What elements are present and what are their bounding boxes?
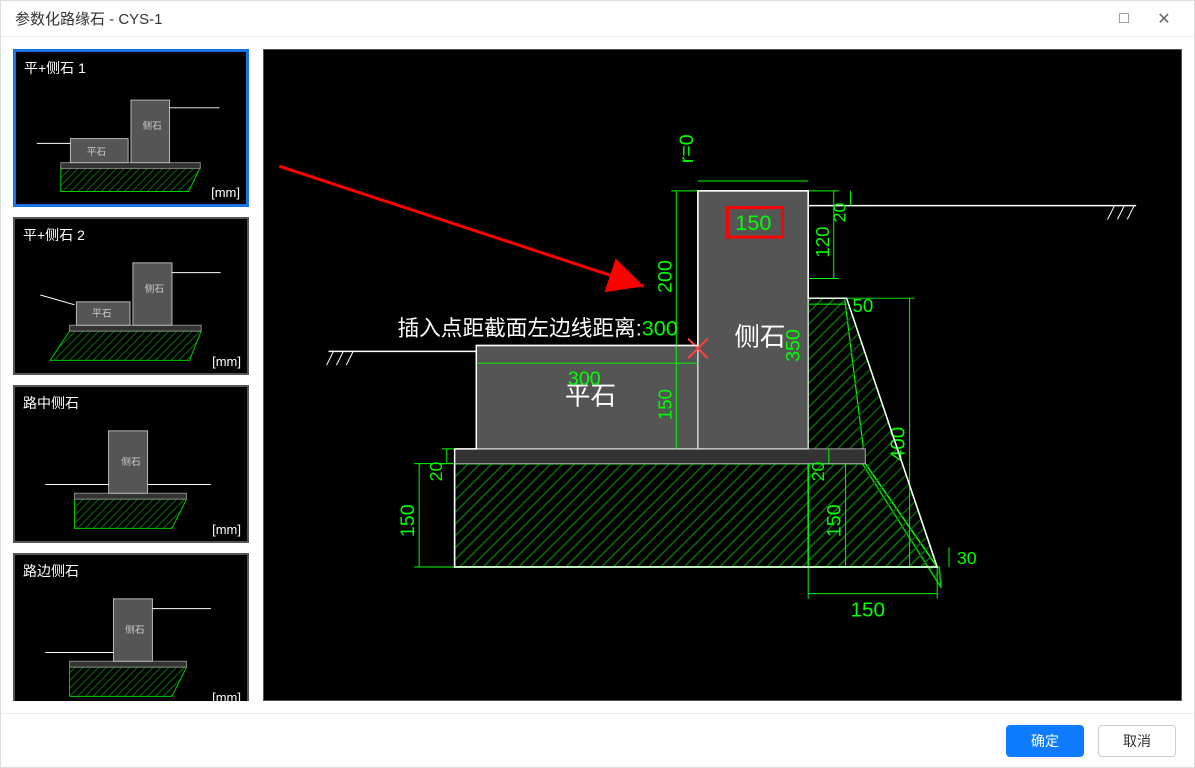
template-sidebar: 侧石 平石 平+侧石 1 [mm] 侧石 bbox=[13, 49, 249, 701]
dim-150-top: 150 bbox=[735, 210, 771, 235]
thumb4-label: 路边侧石 bbox=[23, 561, 79, 581]
dim-30: 30 bbox=[957, 548, 977, 568]
dim-350: 350 bbox=[782, 329, 804, 362]
thumb3-unit: [mm] bbox=[212, 522, 241, 537]
thumb1-unit: [mm] bbox=[211, 185, 240, 200]
thumb2-label: 平+侧石 2 bbox=[23, 225, 85, 245]
insert-label: 插入点距截面左边线距离:300 bbox=[398, 316, 678, 341]
thumb1-ce-label: 侧石 bbox=[143, 120, 162, 132]
template-thumb-4[interactable]: 侧石 路边侧石 [mm] bbox=[13, 553, 249, 701]
dim-150c: 150 bbox=[851, 598, 886, 621]
maximize-icon: □ bbox=[1119, 10, 1129, 28]
svg-text:侧石: 侧石 bbox=[145, 282, 165, 295]
template-thumb-2[interactable]: 侧石 平石 平+侧石 2 [mm] bbox=[13, 217, 249, 375]
ce-label: 侧石 bbox=[734, 322, 785, 351]
window-title: 参数化路缘石 - CYS-1 bbox=[15, 8, 1104, 29]
svg-text:侧石: 侧石 bbox=[121, 455, 141, 468]
close-icon: ✕ bbox=[1157, 9, 1170, 29]
template-thumb-1[interactable]: 侧石 平石 平+侧石 1 [mm] bbox=[13, 49, 249, 207]
thumb2-unit: [mm] bbox=[212, 354, 241, 369]
dim-120: 120 bbox=[812, 226, 833, 257]
footer: 确定 取消 bbox=[1, 713, 1194, 767]
dim-20a: 20 bbox=[426, 462, 446, 482]
thumb3-label: 路中侧石 bbox=[23, 393, 79, 413]
maximize-button[interactable]: □ bbox=[1104, 4, 1144, 34]
dim-200: 200 bbox=[654, 260, 676, 293]
svg-text:侧石: 侧石 bbox=[125, 623, 145, 636]
dim-150e: 150 bbox=[824, 504, 846, 537]
r-label: r=0 bbox=[676, 134, 698, 163]
dim-300: 300 bbox=[568, 368, 601, 390]
close-button[interactable]: ✕ bbox=[1144, 4, 1184, 34]
dim-20b: 20 bbox=[808, 462, 828, 482]
thumb1-label: 平+侧石 1 bbox=[24, 58, 86, 78]
svg-text:平石: 平石 bbox=[92, 308, 112, 319]
preview-canvas[interactable]: 平石 侧石 r=0 bbox=[263, 49, 1182, 701]
dim-20c: 20 bbox=[830, 203, 850, 223]
dim-150b: 150 bbox=[397, 504, 419, 537]
ok-button[interactable]: 确定 bbox=[1006, 725, 1084, 757]
dim-400: 400 bbox=[887, 427, 910, 462]
thumb4-unit: [mm] bbox=[212, 690, 241, 701]
dim-150d: 150 bbox=[654, 389, 675, 420]
template-thumb-3[interactable]: 侧石 路中侧石 [mm] bbox=[13, 385, 249, 543]
cancel-button[interactable]: 取消 bbox=[1098, 725, 1176, 757]
titlebar: 参数化路缘石 - CYS-1 □ ✕ bbox=[1, 1, 1194, 37]
thumb1-ping-label: 平石 bbox=[87, 147, 106, 158]
